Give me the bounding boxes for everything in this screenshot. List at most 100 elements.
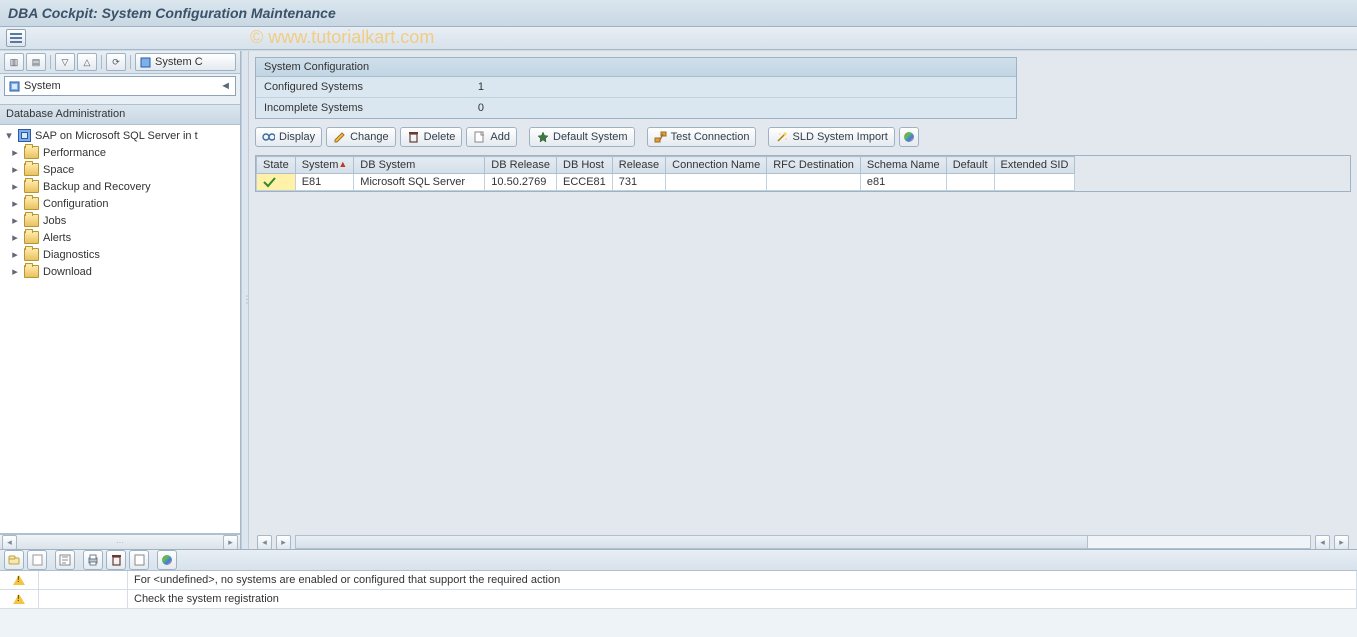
scroll-left2-icon[interactable]: ◂: [1315, 535, 1330, 550]
scroll-right-icon[interactable]: ▸: [276, 535, 291, 550]
system-config-box: System Configuration Configured Systems …: [255, 57, 1017, 119]
cell-db-system: Microsoft SQL Server: [354, 174, 485, 191]
message-row[interactable]: For <undefined>, no systems are enabled …: [0, 571, 1357, 590]
tree-find-icon[interactable]: ▽: [55, 53, 75, 71]
col-rfc-destination[interactable]: RFC Destination: [767, 157, 861, 174]
msg-doc-icon[interactable]: [129, 550, 149, 570]
col-system[interactable]: System▲: [295, 157, 354, 174]
tree-item-space[interactable]: ▸ Space: [0, 161, 240, 178]
config-row: Incomplete Systems 0: [256, 98, 1016, 118]
msg-severity: [0, 571, 39, 589]
tree-item-label: Space: [43, 164, 74, 176]
page-title: DBA Cockpit: System Configuration Mainte…: [8, 5, 336, 21]
col-connection-name[interactable]: Connection Name: [666, 157, 767, 174]
config-box-title: System Configuration: [256, 58, 1016, 77]
grid-h-scrollbar[interactable]: ◂ ▸ ◂ ▸: [255, 535, 1351, 549]
col-default[interactable]: Default: [946, 157, 994, 174]
tree-item-diagnostics[interactable]: ▸ Diagnostics: [0, 246, 240, 263]
menu-bar: © www.tutorialkart.com: [0, 27, 1357, 50]
system-icon: [9, 81, 20, 92]
cell-release: 731: [612, 174, 665, 191]
delete-button[interactable]: Delete: [400, 127, 463, 147]
scroll-right2-icon[interactable]: ▸: [1334, 535, 1349, 550]
expander-icon[interactable]: ▸: [10, 214, 20, 227]
cell-extended-sid: [994, 174, 1075, 191]
msg-blank-icon[interactable]: [27, 550, 47, 570]
tree-toolbar: ▥ ▤ ▽ △ ⟳ System C: [0, 51, 240, 74]
nav-tree: ▾ SAP on Microsoft SQL Server in t ▸ Per…: [0, 125, 240, 534]
scroll-left-icon[interactable]: ◂: [257, 535, 272, 550]
messages-toolbar: [0, 550, 1357, 571]
folder-icon: [24, 180, 39, 193]
cell-db-host: ECCE81: [557, 174, 613, 191]
expander-icon[interactable]: ▸: [10, 180, 20, 193]
test-connection-button[interactable]: Test Connection: [647, 127, 757, 147]
tree-refresh-icon[interactable]: ⟳: [106, 53, 126, 71]
tree-collapse-all-icon[interactable]: ▤: [26, 53, 46, 71]
tree-item-configuration[interactable]: ▸ Configuration: [0, 195, 240, 212]
scroll-left-icon[interactable]: ◂: [2, 535, 17, 550]
folder-icon: [24, 146, 39, 159]
change-button[interactable]: Change: [326, 127, 396, 147]
col-db-release[interactable]: DB Release: [485, 157, 557, 174]
tree-root-item[interactable]: ▾ SAP on Microsoft SQL Server in t: [0, 127, 240, 144]
expander-icon[interactable]: ▸: [10, 265, 20, 278]
message-row[interactable]: Check the system registration: [0, 590, 1357, 609]
expander-icon[interactable]: ▸: [10, 197, 20, 210]
menu-icon[interactable]: [6, 29, 26, 47]
tree-item-alerts[interactable]: ▸ Alerts: [0, 229, 240, 246]
scroll-right-icon[interactable]: ▸: [223, 535, 238, 550]
new-doc-icon: [473, 131, 486, 144]
left-scrollbar[interactable]: ◂ ··· ▸: [0, 534, 240, 549]
col-release[interactable]: Release: [612, 157, 665, 174]
tree-item-jobs[interactable]: ▸ Jobs: [0, 212, 240, 229]
grid-row[interactable]: E81 Microsoft SQL Server 10.50.2769 ECCE…: [257, 174, 1075, 191]
color-legend-button[interactable]: [899, 127, 919, 147]
config-row: Configured Systems 1: [256, 77, 1016, 98]
add-button[interactable]: Add: [466, 127, 517, 147]
tree-item-performance[interactable]: ▸ Performance: [0, 144, 240, 161]
folder-icon: [24, 231, 39, 244]
scroll-thumb[interactable]: [296, 536, 1088, 548]
display-button[interactable]: Display: [255, 127, 322, 147]
scroll-track[interactable]: [295, 535, 1311, 549]
default-system-button[interactable]: Default System: [529, 127, 635, 147]
expander-icon[interactable]: ▸: [10, 248, 20, 261]
tree-find-next-icon[interactable]: △: [77, 53, 97, 71]
sld-import-button[interactable]: SLD System Import: [768, 127, 894, 147]
wand-icon: [775, 131, 788, 144]
system-select[interactable]: System ◄: [4, 76, 236, 96]
warning-icon: [13, 575, 25, 585]
tree-item-label: Alerts: [43, 232, 71, 244]
msg-severity: [0, 590, 39, 608]
msg-export-icon[interactable]: [55, 550, 75, 570]
connection-icon: [654, 131, 667, 144]
config-row-value: 0: [444, 102, 484, 114]
msg-delete-icon[interactable]: [106, 550, 126, 570]
expander-icon[interactable]: ▸: [10, 146, 20, 159]
tree-item-backup[interactable]: ▸ Backup and Recovery: [0, 178, 240, 195]
tree-expand-all-icon[interactable]: ▥: [4, 53, 24, 71]
msg-print-icon[interactable]: [83, 550, 103, 570]
col-state[interactable]: State: [257, 157, 296, 174]
msg-color-icon[interactable]: [157, 550, 177, 570]
system-c-button[interactable]: System C: [135, 53, 236, 71]
col-extended-sid[interactable]: Extended SID: [994, 157, 1075, 174]
expander-icon[interactable]: ▸: [10, 231, 20, 244]
left-panel: ▥ ▤ ▽ △ ⟳ System C System ◄ Database Adm…: [0, 51, 241, 549]
splitter-handle[interactable]: [241, 51, 249, 549]
tree-item-download[interactable]: ▸ Download: [0, 263, 240, 280]
glasses-icon: [262, 131, 275, 144]
star-icon: [536, 131, 549, 144]
grid-empty-area: [255, 198, 1351, 529]
expander-icon[interactable]: ▸: [10, 163, 20, 176]
msg-open-icon[interactable]: [4, 550, 24, 570]
folder-icon: [24, 248, 39, 261]
col-schema-name[interactable]: Schema Name: [860, 157, 946, 174]
tree-root-label: SAP on Microsoft SQL Server in t: [35, 130, 198, 142]
col-db-system[interactable]: DB System: [354, 157, 485, 174]
col-label: DB Release: [491, 159, 550, 171]
expander-icon[interactable]: ▾: [4, 129, 14, 142]
col-db-host[interactable]: DB Host: [557, 157, 613, 174]
default-system-label: Default System: [553, 131, 628, 143]
